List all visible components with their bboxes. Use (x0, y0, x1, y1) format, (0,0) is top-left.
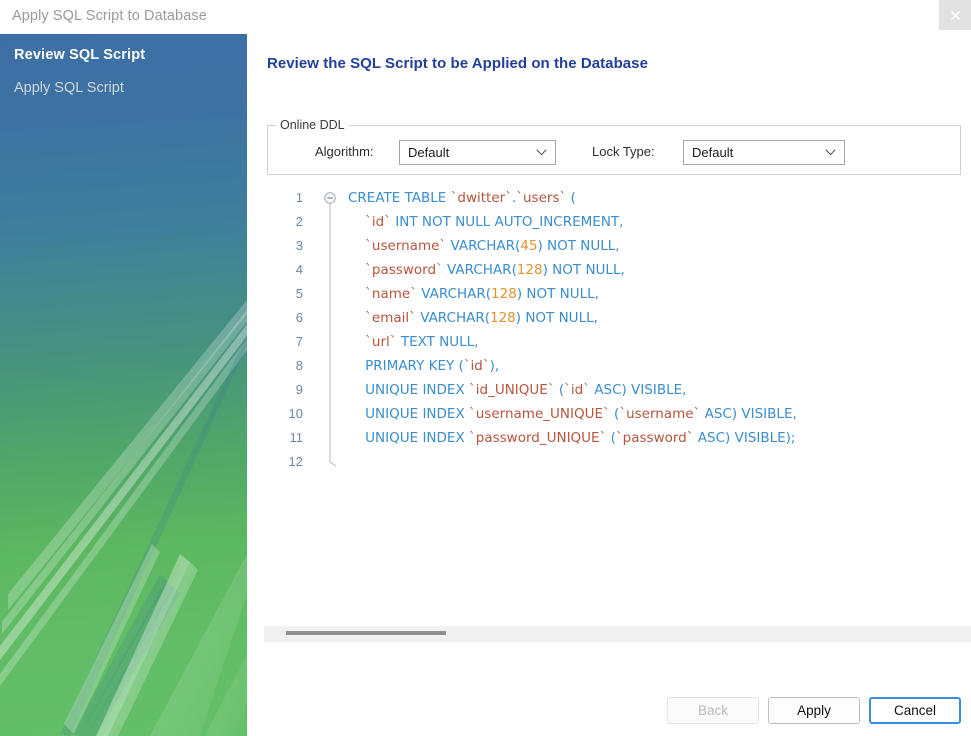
line-number: 1 (295, 190, 303, 205)
chevron-down-icon (825, 149, 836, 156)
code-line: 3 `username` VARCHAR(45) NOT NULL, (267, 234, 971, 258)
code-line: 7 `url` TEXT NULL, (267, 330, 971, 354)
code-text: UNIQUE INDEX `username_UNIQUE` (`usernam… (348, 406, 797, 422)
code-text: CREATE TABLE `dwitter`.`users` ( (348, 190, 576, 206)
cancel-button[interactable]: Cancel (869, 697, 961, 724)
code-text: `name` VARCHAR(128) NOT NULL, (365, 286, 599, 302)
code-text: `id` INT NOT NULL AUTO_INCREMENT, (365, 214, 624, 230)
code-line: 12 (267, 450, 971, 474)
line-number: 4 (295, 262, 303, 277)
code-line: 10 UNIQUE INDEX `username_UNIQUE` (`user… (267, 402, 971, 426)
code-line: 8 PRIMARY KEY (`id`), (267, 354, 971, 378)
lock-type-select-value: Default (692, 145, 734, 160)
lock-type-select[interactable]: Default (683, 140, 845, 165)
code-text: `email` VARCHAR(128) NOT NULL, (365, 310, 598, 326)
sidebar-item-review-sql-script[interactable]: Review SQL Script (14, 47, 145, 63)
code-line: 4 `password` VARCHAR(128) NOT NULL, (267, 258, 971, 282)
sql-script-editor[interactable]: 1 CREATE TABLE `dwitter`.`users` ( 2 `id` … (267, 186, 971, 616)
code-text: `password` VARCHAR(128) NOT NULL, (365, 262, 625, 278)
sidebar-item-apply-sql-script[interactable]: Apply SQL Script (14, 80, 124, 96)
code-text: `url` TEXT NULL, (365, 334, 479, 350)
line-number: 5 (295, 286, 303, 301)
line-number: 9 (295, 382, 303, 397)
online-ddl-legend: Online DDL (276, 118, 349, 132)
line-number: 10 (288, 406, 303, 421)
back-button[interactable]: Back (667, 697, 759, 724)
code-lines-container: 1 CREATE TABLE `dwitter`.`users` ( 2 `id` … (267, 186, 971, 474)
wizard-sidebar: Review SQL Script Apply SQL Script (0, 34, 247, 736)
code-text: UNIQUE INDEX `password_UNIQUE` (`passwor… (348, 430, 796, 446)
dialog-apply-sql-script: Apply SQL Script to Database Review SQL … (0, 0, 971, 736)
code-line: 2 `id` INT NOT NULL AUTO_INCREMENT, (267, 210, 971, 234)
line-number: 12 (288, 454, 303, 469)
code-line: 6 `email` VARCHAR(128) NOT NULL, (267, 306, 971, 330)
apply-button[interactable]: Apply (768, 697, 860, 724)
sidebar-decorative-streaks (0, 300, 247, 736)
code-text: UNIQUE INDEX `id_UNIQUE` (`id` ASC) VISI… (348, 382, 687, 398)
code-line: 9 UNIQUE INDEX `id_UNIQUE` (`id` ASC) VI… (267, 378, 971, 402)
code-line: 1 CREATE TABLE `dwitter`.`users` ( (267, 186, 971, 210)
close-icon[interactable] (939, 0, 971, 30)
line-number: 3 (295, 238, 303, 253)
code-text: `username` VARCHAR(45) NOT NULL, (365, 238, 620, 254)
code-line: 5 `name` VARCHAR(128) NOT NULL, (267, 282, 971, 306)
chevron-down-icon (536, 149, 547, 156)
window-title: Apply SQL Script to Database (12, 8, 207, 24)
line-number: 8 (295, 358, 303, 373)
code-text: PRIMARY KEY (`id`), (348, 358, 500, 374)
page-title: Review the SQL Script to be Applied on t… (267, 55, 648, 72)
title-bar: Apply SQL Script to Database (0, 0, 971, 34)
algorithm-select-value: Default (408, 145, 450, 160)
line-number: 2 (295, 214, 303, 229)
line-number: 7 (295, 334, 303, 349)
content-pane: Review the SQL Script to be Applied on t… (247, 34, 971, 736)
editor-horizontal-scrollbar[interactable] (264, 626, 971, 642)
algorithm-label: Algorithm: (315, 144, 374, 159)
scrollbar-thumb[interactable] (286, 631, 446, 635)
line-number: 6 (295, 310, 303, 325)
line-number: 11 (289, 430, 304, 445)
code-line: 11 UNIQUE INDEX `password_UNIQUE` (`pass… (267, 426, 971, 450)
online-ddl-group: Online DDL Algorithm: Default Lock Type:… (267, 118, 961, 175)
algorithm-select[interactable]: Default (399, 140, 556, 165)
lock-type-label: Lock Type: (592, 144, 655, 159)
